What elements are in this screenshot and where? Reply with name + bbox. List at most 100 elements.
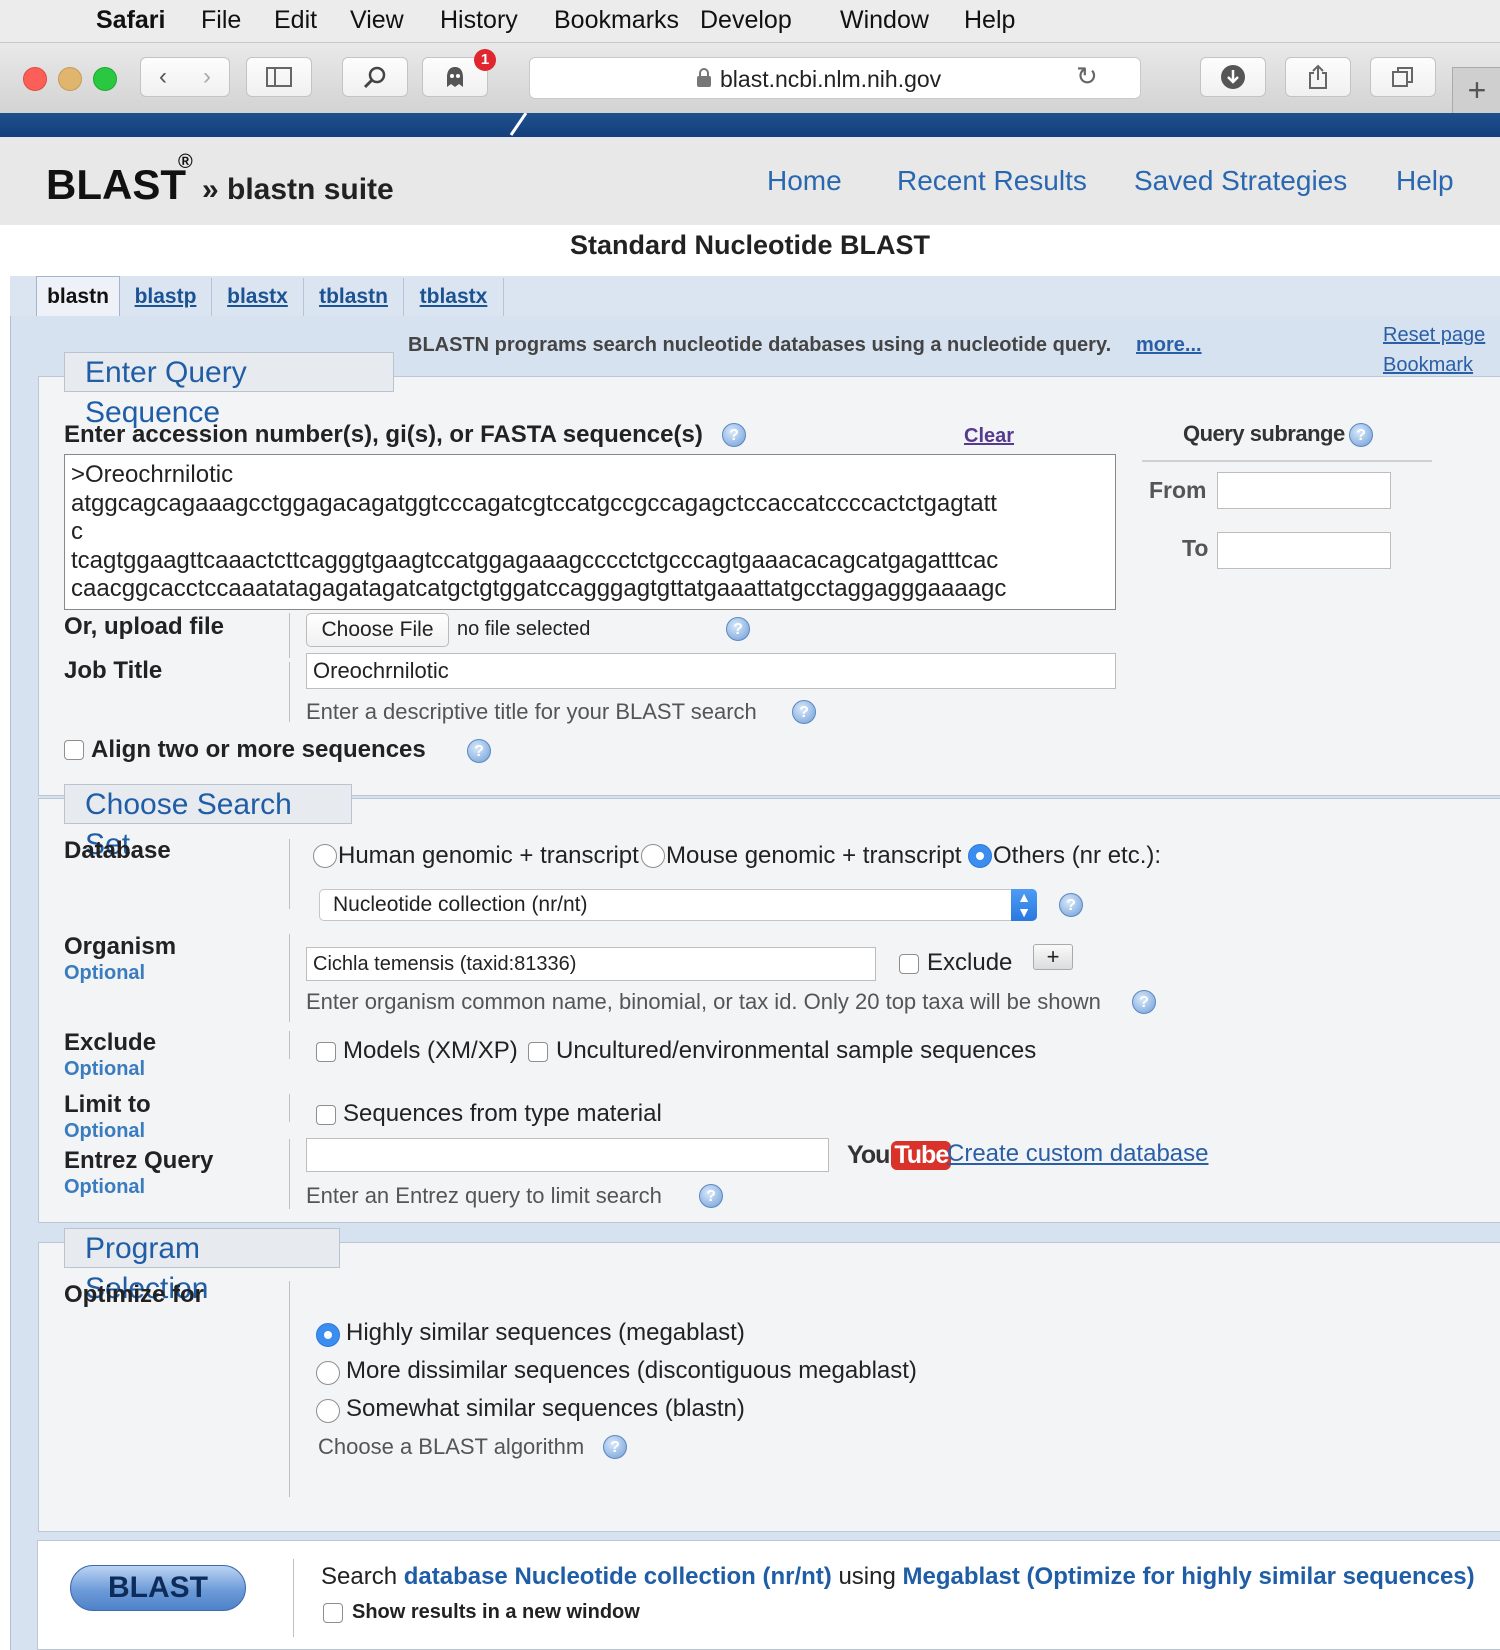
menu-develop[interactable]: Develop: [700, 6, 792, 35]
downloads-button[interactable]: [1200, 57, 1266, 97]
exclude-models-checkbox[interactable]: [316, 1042, 336, 1062]
add-organism-button[interactable]: +: [1033, 944, 1073, 970]
algorithm-help-icon[interactable]: ?: [603, 1435, 627, 1459]
from-input[interactable]: [1217, 472, 1391, 509]
db-mouse-label: Mouse genomic + transcript: [666, 842, 962, 869]
program-section: Program Selection Optimize for Highly si…: [38, 1228, 1500, 1532]
menu-view[interactable]: View: [350, 6, 404, 35]
clear-link[interactable]: Clear: [964, 425, 1014, 448]
menu-app-name[interactable]: Safari: [96, 6, 165, 35]
divider: [289, 1094, 290, 1122]
bookmark-link[interactable]: Bookmark: [1383, 354, 1473, 377]
tab-tblastn[interactable]: tblastn: [304, 278, 404, 316]
sidebar-button[interactable]: [246, 57, 312, 97]
reset-page-link[interactable]: Reset page: [1383, 324, 1485, 347]
menu-bar: Safari File Edit View History Bookmarks …: [0, 0, 1500, 43]
menu-help[interactable]: Help: [964, 6, 1015, 35]
entrez-help-icon[interactable]: ?: [699, 1184, 723, 1208]
nav-recent-results[interactable]: Recent Results: [897, 165, 1087, 197]
menu-bookmarks[interactable]: Bookmarks: [554, 6, 679, 35]
database-label: Database: [64, 837, 171, 864]
no-file-text: no file selected: [457, 618, 591, 640]
query-label: Enter accession number(s), gi(s), or FAS…: [64, 421, 703, 448]
job-title-help-icon[interactable]: ?: [792, 700, 816, 724]
optimize-label: Optimize for: [64, 1281, 205, 1308]
organism-exclude-checkbox[interactable]: [899, 954, 919, 974]
divider: [289, 613, 290, 658]
blastn-radio[interactable]: [316, 1399, 340, 1423]
nav-help[interactable]: Help: [1396, 165, 1454, 197]
choose-file-button[interactable]: Choose File: [306, 613, 449, 647]
limit-label: Limit to: [64, 1091, 151, 1118]
suite-name: » blastn suite: [202, 173, 394, 206]
address-bar[interactable]: blast.ncbi.nlm.nih.gov ↻: [529, 57, 1141, 99]
menu-history[interactable]: History: [440, 6, 518, 35]
new-tab-button[interactable]: +: [1452, 67, 1500, 114]
ghost-icon: [447, 67, 463, 87]
search-set-title: Choose Search Set: [64, 784, 352, 861]
summary-search: Search: [321, 1563, 398, 1590]
minimize-window-button[interactable]: [58, 67, 82, 91]
align-two-label: Align two or more sequences: [91, 736, 426, 763]
search-summary: Search database Nucleotide collection (n…: [321, 1563, 1475, 1591]
ncbi-top-strip: [0, 113, 1500, 137]
back-icon[interactable]: ‹: [159, 63, 167, 91]
organism-value: Cichla temensis (taxid:81336): [313, 952, 577, 975]
forward-icon[interactable]: ›: [203, 63, 211, 91]
db-human-radio[interactable]: [313, 844, 337, 868]
menu-window[interactable]: Window: [840, 6, 929, 35]
close-window-button[interactable]: [23, 67, 47, 91]
menu-file[interactable]: File: [201, 6, 241, 35]
summary-using: using: [838, 1563, 896, 1590]
menu-edit[interactable]: Edit: [274, 6, 317, 35]
align-two-help-icon[interactable]: ?: [467, 739, 491, 763]
youtube-you: You: [847, 1140, 890, 1169]
tab-tblastx[interactable]: tblastx: [404, 278, 504, 316]
search-button[interactable]: [342, 57, 408, 97]
query-help-icon[interactable]: ?: [722, 423, 746, 447]
create-custom-db-link[interactable]: Create custom database: [947, 1140, 1208, 1168]
zoom-window-button[interactable]: [93, 67, 117, 91]
limit-type-label: Sequences from type material: [343, 1100, 662, 1127]
blast-submit-button[interactable]: BLAST: [70, 1565, 246, 1611]
organism-input[interactable]: Cichla temensis (taxid:81336): [306, 947, 876, 981]
nav-home[interactable]: Home: [767, 165, 842, 197]
to-input[interactable]: [1217, 532, 1391, 569]
database-select[interactable]: Nucleotide collection (nr/nt) ▲ ▼: [319, 889, 1037, 921]
tabs-icon: [1392, 67, 1413, 87]
db-mouse-radio[interactable]: [641, 844, 665, 868]
dc-megablast-label: More dissimilar sequences (discontiguous…: [346, 1357, 917, 1384]
upload-label: Or, upload file: [64, 613, 225, 640]
tab-blastp[interactable]: blastp: [120, 278, 212, 316]
share-button[interactable]: [1285, 57, 1351, 97]
upload-help-icon[interactable]: ?: [726, 617, 750, 641]
tabs-overview-button[interactable]: [1370, 57, 1436, 97]
new-window-checkbox[interactable]: [323, 1603, 343, 1623]
tab-blastx[interactable]: blastx: [212, 278, 304, 316]
subrange-help-icon[interactable]: ?: [1349, 423, 1373, 447]
sidebar-icon: [266, 67, 292, 87]
limit-type-checkbox[interactable]: [316, 1105, 336, 1125]
exclude-uncultured-checkbox[interactable]: [528, 1042, 548, 1062]
youtube-icon[interactable]: You Tube: [847, 1140, 952, 1170]
database-help-icon[interactable]: ?: [1059, 893, 1083, 917]
reload-icon[interactable]: ↻: [1076, 61, 1098, 92]
db-others-radio[interactable]: [968, 844, 992, 868]
entrez-input[interactable]: [306, 1138, 829, 1172]
nav-saved-strategies[interactable]: Saved Strategies: [1134, 165, 1347, 197]
share-icon: [1309, 64, 1327, 89]
sequence-line: c: [71, 518, 83, 545]
search-icon: [363, 66, 386, 89]
align-two-checkbox[interactable]: [64, 740, 84, 760]
job-title-input[interactable]: Oreochrnilotic: [306, 653, 1116, 689]
tab-blastn[interactable]: blastn: [36, 276, 120, 317]
sequence-textarea[interactable]: >Oreochrnilotic atggcagcagaaagcctggagaca…: [64, 454, 1116, 610]
organism-help-icon[interactable]: ?: [1132, 990, 1156, 1014]
blast-logo[interactable]: BLAST: [46, 161, 186, 209]
url-text: blast.ncbi.nlm.nih.gov: [720, 66, 942, 92]
megablast-label: Highly similar sequences (megablast): [346, 1319, 745, 1346]
dc-megablast-radio[interactable]: [316, 1361, 340, 1385]
more-link[interactable]: more...: [1136, 334, 1202, 357]
query-section-title: Enter Query Sequence: [64, 352, 394, 429]
megablast-radio[interactable]: [316, 1323, 340, 1347]
